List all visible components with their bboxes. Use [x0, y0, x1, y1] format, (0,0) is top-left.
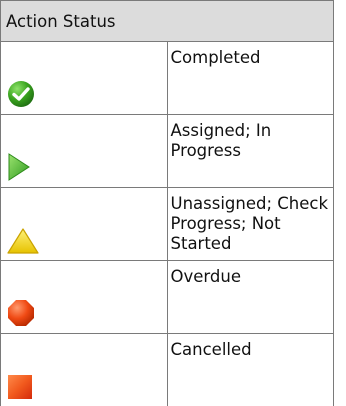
legend-icon-cell	[1, 115, 168, 188]
legend-icon-cell	[1, 261, 168, 334]
legend-icon-cell	[1, 188, 168, 261]
warning-triangle-icon	[6, 227, 40, 255]
legend-row-not-started: Unassigned; Check Progress; Not Started	[1, 188, 334, 261]
cancelled-square-icon	[6, 373, 34, 401]
completed-check-icon	[6, 79, 36, 109]
legend-row-cancelled: Cancelled	[1, 334, 334, 406]
legend-label: Overdue	[167, 261, 334, 334]
legend-icon-cell	[1, 334, 168, 406]
overdue-octagon-icon	[6, 298, 36, 328]
legend-label: Unassigned; Check Progress; Not Started	[167, 188, 334, 261]
action-status-legend: Action Status Completed	[0, 0, 334, 406]
legend-label: Assigned; In Progress	[167, 115, 334, 188]
in-progress-play-icon	[6, 152, 32, 182]
legend-icon-cell	[1, 42, 168, 115]
legend-label: Cancelled	[167, 334, 334, 406]
legend-row-overdue: Overdue	[1, 261, 334, 334]
legend-header-row: Action Status	[1, 1, 334, 42]
legend-label: Completed	[167, 42, 334, 115]
legend-title: Action Status	[1, 1, 334, 42]
legend-row-in-progress: Assigned; In Progress	[1, 115, 334, 188]
legend-row-completed: Completed	[1, 42, 334, 115]
